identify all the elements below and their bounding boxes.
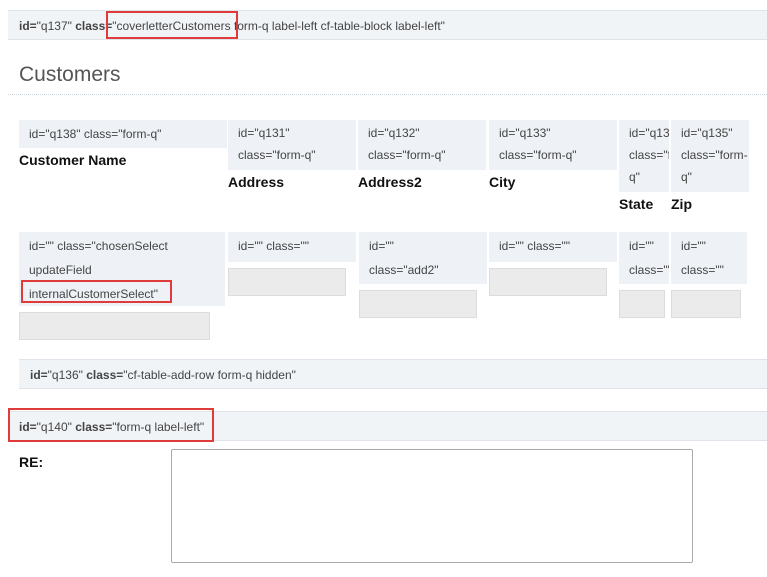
header-attr-line: q" (681, 170, 692, 184)
header-attr-text: id="q138" class="form-q" (29, 127, 162, 141)
cell-address2: id="" class="add2" (359, 232, 487, 284)
cell-customer-select: id="" class="chosenSelect updateField in… (19, 232, 225, 306)
re-label: RE: (19, 454, 44, 470)
section-divider (8, 94, 767, 95)
question-bar-q137: id="q137" class="coverletterCustomers fo… (8, 10, 767, 40)
header-attr-line: class="form- (629, 148, 669, 162)
cell-attr-tail: " (153, 287, 158, 301)
id-attr-value: "q137" (36, 19, 72, 33)
id-attr-value: "q136" (47, 368, 83, 382)
cell-attr-line: internalCustomerSelect" (29, 282, 215, 306)
class-attr-label: class= (75, 420, 113, 434)
cell-attr-line: updateField (29, 263, 92, 277)
header-attr-line: class="form-q" (238, 148, 316, 162)
class-highlight-text: coverletterCustomers (116, 19, 231, 33)
header-zip: id="q135" class="form- q" (671, 120, 749, 192)
cell-state: id="" class="" (619, 232, 669, 284)
id-attr-label: id= (19, 420, 37, 434)
class-attr-label: class= (86, 368, 124, 382)
header-customer-name: id="q138" class="form-q" (19, 120, 227, 148)
re-textarea[interactable] (171, 449, 693, 563)
column-label-customer-name: Customer Name (19, 152, 127, 168)
class-attr-value: "form-q label-left" (112, 420, 205, 434)
cell-attr-line: class="add2" (369, 263, 439, 277)
state-input[interactable] (619, 290, 665, 318)
cell-highlight-text: internalCustomerSelect (29, 287, 154, 301)
header-attr-line: id="q134" (629, 126, 669, 140)
column-label-zip: Zip (671, 196, 692, 212)
cell-attr-line: id="" class="" (499, 239, 571, 253)
class-attr-value: "cf-table-add-row form-q hidden" (123, 368, 296, 382)
header-attr-line: id="q131" (238, 126, 290, 140)
cell-attr-line: id="" (681, 239, 706, 253)
question-bar-q140: id="q140" class="form-q label-left" (8, 411, 767, 441)
header-attr-line: id="q132" (368, 126, 420, 140)
header-address2: id="q132" class="form-q" (358, 120, 486, 170)
header-state: id="q134" class="form- q" (619, 120, 669, 192)
section-title: Customers (19, 63, 121, 86)
cell-attr-line: id="" class="" (238, 239, 310, 253)
column-label-city: City (489, 174, 516, 190)
cell-attr-line: class="" (681, 263, 724, 277)
cell-city: id="" class="" (489, 232, 617, 262)
zip-input[interactable] (671, 290, 741, 318)
id-attr-value: "q140" (36, 420, 72, 434)
class-rest-text: form-q label-left cf-table-block label-l… (230, 19, 445, 33)
header-address: id="q131" class="form-q" (228, 120, 356, 170)
city-input[interactable] (489, 268, 607, 296)
column-label-address: Address (228, 174, 285, 190)
header-attr-line: id="q133" (499, 126, 551, 140)
header-attr-line: class="form-q" (368, 148, 446, 162)
cell-address: id="" class="" (228, 232, 356, 262)
header-attr-line: q" (629, 170, 640, 184)
cell-attr-line: id="" class="chosenSelect (29, 239, 168, 253)
header-attr-line: id="q135" (681, 126, 733, 140)
id-attr-label: id= (19, 19, 37, 33)
id-attr-label: id= (30, 368, 48, 382)
address2-input[interactable] (359, 290, 477, 318)
cell-attr-line: class="" (629, 263, 669, 277)
cell-attr-line: id="" (629, 239, 654, 253)
column-label-state: State (619, 196, 654, 212)
customer-name-input[interactable] (19, 312, 210, 340)
cell-zip: id="" class="" (671, 232, 747, 284)
header-attr-line: class="form-q" (499, 148, 577, 162)
cell-attr-line: id="" (369, 239, 394, 253)
address-input[interactable] (228, 268, 346, 296)
header-city: id="q133" class="form-q" (489, 120, 617, 170)
column-label-address2: Address2 (358, 174, 422, 190)
header-attr-line: class="form- (681, 148, 748, 162)
question-bar-q136: id="q136" class="cf-table-add-row form-q… (19, 359, 767, 389)
class-attr-label: class= (75, 19, 113, 33)
